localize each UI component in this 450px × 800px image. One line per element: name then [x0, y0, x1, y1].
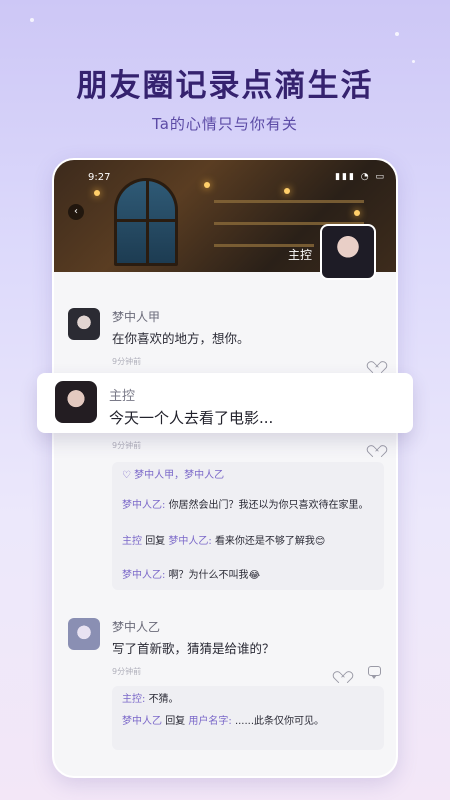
reply-text: 不猜。 — [148, 694, 179, 705]
reply-item[interactable]: 梦中人乙 回复 用户名字: ......此条仅你可见。 — [122, 714, 376, 729]
back-icon[interactable]: ‹ — [68, 204, 84, 220]
reply-item[interactable]: 主控 回复 梦中人乙: 看来你还是不够了解我😊 — [122, 534, 376, 549]
post-text: 在你喜欢的地方，想你。 — [112, 331, 250, 346]
reply-author[interactable]: 梦中人乙 — [122, 716, 162, 727]
status-icons: ▮▮▮ ◔ ▭ — [335, 172, 386, 182]
likes-list[interactable]: ♡ 梦中人甲，梦中人乙 — [122, 468, 224, 483]
comment-icon[interactable] — [368, 666, 381, 679]
post-text: 今天一个人去看了电影... — [109, 409, 274, 427]
post-author[interactable]: 主控 — [109, 385, 135, 404]
reply-text: 啊？为什么不叫我😂 — [168, 570, 261, 581]
reply-connector: 回复 — [165, 716, 186, 727]
profile-avatar[interactable] — [320, 224, 376, 280]
avatar[interactable] — [68, 618, 100, 650]
reply-author[interactable]: 主控: — [122, 694, 145, 705]
post-author[interactable]: 梦中人乙 — [112, 618, 160, 635]
reply-connector: 回复 — [145, 536, 166, 547]
reply-item[interactable]: 梦中人乙: 你居然会出门？我还以为你只喜欢待在家里。 — [122, 498, 376, 513]
reply-box: 主控: 不猜。 梦中人乙 回复 用户名字: ......此条仅你可见。 — [112, 686, 384, 750]
highlighted-post-card[interactable]: 主控 今天一个人去看了电影... — [37, 373, 413, 433]
avatar[interactable] — [68, 308, 100, 340]
post-time: 9分钟前 — [112, 441, 142, 450]
post-time: 9分钟前 — [112, 357, 142, 366]
post-time: 9分钟前 — [112, 667, 142, 676]
reply-author[interactable]: 主控 — [122, 536, 142, 547]
reply-item[interactable]: 主控: 不猜。 — [122, 692, 376, 707]
like-icon[interactable] — [370, 356, 382, 366]
reply-target[interactable]: 用户名字: — [188, 716, 231, 727]
window-decor — [114, 178, 178, 266]
post-text: 写了首新歌，猜猜是给谁的？ — [112, 641, 275, 656]
headline: 朋友圈记录点滴生活 — [76, 68, 374, 104]
post-author[interactable]: 梦中人甲 — [112, 308, 160, 325]
subheadline: Ta的心情只与你有关 — [152, 115, 298, 133]
reply-box: ♡ 梦中人甲，梦中人乙 梦中人乙: 你居然会出门？我还以为你只喜欢待在家里。 主… — [112, 462, 384, 590]
reply-text: ......此条仅你可见。 — [234, 716, 325, 727]
reply-author[interactable]: 梦中人乙: — [122, 500, 165, 511]
profile-name: 主控 — [287, 248, 312, 262]
reply-target[interactable]: 梦中人乙: — [168, 536, 211, 547]
like-icon[interactable] — [370, 440, 382, 450]
phone-mockup: 9:27 ▮▮▮ ◔ ▭ ‹ 主控 梦中人甲 在你喜欢的地方，想你。 9分钟前 … — [52, 158, 398, 778]
status-time: 9:27 — [88, 172, 111, 183]
like-icon[interactable] — [336, 666, 348, 676]
reply-text: 你居然会出门？我还以为你只喜欢待在家里。 — [168, 500, 369, 511]
reply-author[interactable]: 梦中人乙: — [122, 570, 165, 581]
reply-text: 看来你还是不够了解我😊 — [214, 536, 326, 547]
avatar[interactable] — [55, 381, 97, 423]
reply-item[interactable]: 梦中人乙: 啊？为什么不叫我😂 — [122, 568, 376, 583]
